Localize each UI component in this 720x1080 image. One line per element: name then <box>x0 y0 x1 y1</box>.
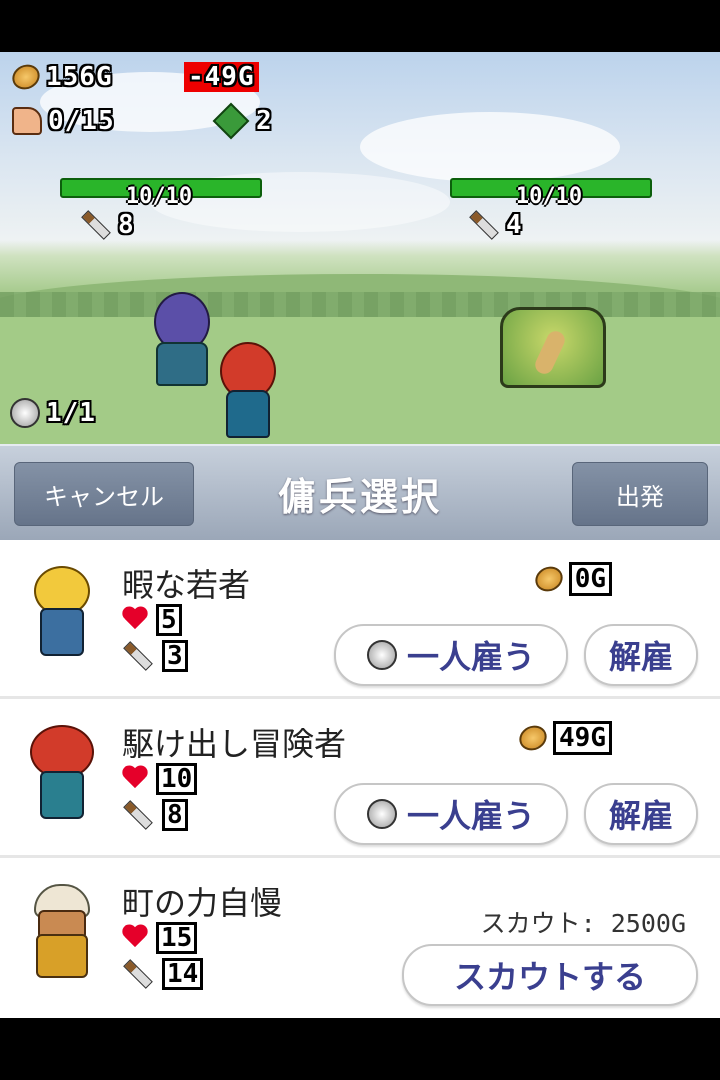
attack-value: 3 <box>162 640 188 672</box>
hp-value: 10 <box>156 763 198 795</box>
hp-stat: 15 <box>122 922 198 954</box>
mercenary-name: 暇な若者 <box>122 566 251 604</box>
gold-display: 156G <box>8 60 113 94</box>
idle-youth-portrait <box>28 564 94 664</box>
knight-helmet-icon <box>10 398 40 428</box>
attack-stat: 3 <box>122 640 188 672</box>
sword-icon <box>123 641 153 671</box>
dismiss-button[interactable]: 解雇 <box>584 783 698 845</box>
town-strongman-portrait <box>28 882 94 982</box>
list-item: 暇な若者 0G 5 3 一人雇う 解雇 <box>0 540 720 699</box>
hp-stat: 10 <box>122 763 198 795</box>
attack-value: 14 <box>162 958 204 990</box>
dismiss-label: 解雇 <box>608 797 673 835</box>
heart-icon <box>122 766 148 792</box>
hire-one-label: 一人雇う <box>406 797 535 835</box>
hire-one-button[interactable]: 一人雇う <box>334 624 568 686</box>
sword-icon <box>81 210 111 240</box>
sword-icon <box>123 959 153 989</box>
list-item: 駆け出し冒険者 49G 10 8 一人雇う 解雇 <box>0 699 720 858</box>
novice-adventurer-portrait <box>28 723 94 823</box>
mercenary-name: 駆け出し冒険者 <box>122 725 347 763</box>
mercenary-name: 町の力自慢 <box>122 884 283 922</box>
list-item: 町の力自慢 15 14 スカウト: 2500G スカウトする <box>0 858 720 1014</box>
cloud <box>360 112 620 182</box>
hire-one-label: 一人雇う <box>406 638 535 676</box>
heart-icon <box>122 925 148 951</box>
scout-button[interactable]: スカウトする <box>402 944 698 1006</box>
party-capacity: 0/15 <box>12 106 115 136</box>
hire-one-button[interactable]: 一人雇う <box>334 783 568 845</box>
hire-cost-value: 0G <box>568 562 612 596</box>
attack-stat: 14 <box>122 958 204 990</box>
green-gem-icon <box>212 102 250 140</box>
page-title: 傭兵選択 <box>277 475 442 519</box>
knight-helmet-icon <box>366 799 397 829</box>
scout-label: スカウトする <box>453 958 646 996</box>
dismiss-button[interactable]: 解雇 <box>584 624 698 686</box>
enemy-attack-value: 4 <box>506 210 523 240</box>
coin-icon <box>515 721 551 755</box>
enemy-attack: 4 <box>468 210 523 240</box>
selection-header: キャンセル 傭兵選択 出発 <box>0 444 720 542</box>
hire-cost: 0G <box>530 562 612 596</box>
purple-haired-hero-sprite <box>150 292 210 392</box>
scout-cost: スカウト: 2500G <box>480 909 686 938</box>
dismiss-label: 解雇 <box>608 638 673 676</box>
knight-helmet-icon <box>366 640 397 670</box>
unit-count-value: 1/1 <box>46 398 96 428</box>
hp-stat: 5 <box>122 604 182 636</box>
gold-change: -49G <box>184 62 259 92</box>
heart-icon <box>122 607 148 633</box>
ally-attack: 8 <box>80 210 135 240</box>
ally-hp-text: 10/10 <box>125 184 193 209</box>
ally-attack-value: 8 <box>118 210 135 240</box>
muscle-arm-icon <box>12 107 42 135</box>
sword-icon <box>123 800 153 830</box>
unit-count: 1/1 <box>10 398 96 428</box>
battle-scene: 156G -49G 0/15 2 10/10 8 10/10 4 1/1 <box>0 52 720 444</box>
hire-cost-value: 49G <box>553 721 612 755</box>
hp-value: 5 <box>156 604 182 636</box>
attack-value: 8 <box>162 799 188 831</box>
coin-icon <box>8 60 44 94</box>
party-capacity-value: 0/15 <box>48 106 115 136</box>
attack-stat: 8 <box>122 799 188 831</box>
cancel-button[interactable]: キャンセル <box>14 462 194 526</box>
grass-monster-sprite <box>500 307 606 388</box>
grass-field <box>0 317 720 444</box>
sword-icon <box>469 210 499 240</box>
hp-value: 15 <box>156 922 198 954</box>
depart-button[interactable]: 出発 <box>572 462 708 526</box>
mercenary-list: 暇な若者 0G 5 3 一人雇う 解雇 駆け出し冒険者 49G 10 8 一人雇… <box>0 540 720 1018</box>
gold-change-amount: -49G <box>184 62 259 92</box>
gem-count-value: 2 <box>256 106 273 136</box>
hire-cost: 49G <box>515 721 612 755</box>
gem-count: 2 <box>212 102 273 140</box>
gold-amount: 156G <box>46 62 113 92</box>
enemy-hp-text: 10/10 <box>515 184 583 209</box>
coin-icon <box>530 562 567 596</box>
red-haired-adventurer-sprite <box>218 342 276 442</box>
